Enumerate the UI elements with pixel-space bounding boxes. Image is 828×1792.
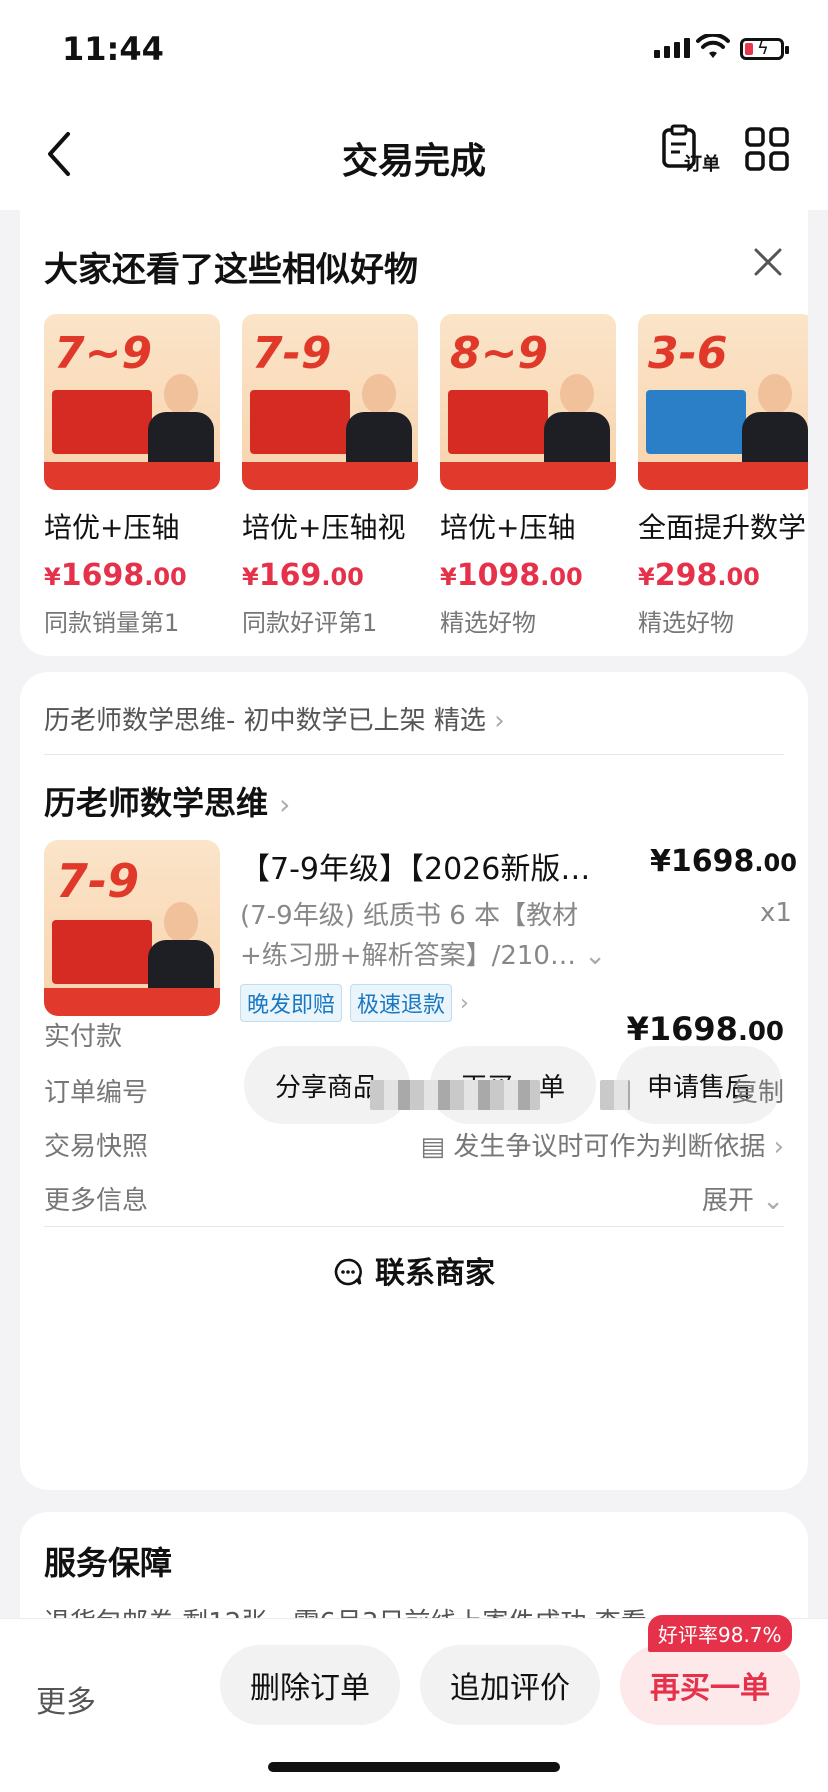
product-spec[interactable]: (7-9年级) 纸质书 6 本【教材 +练习册+解析答案】/210… ⌄: [240, 896, 640, 976]
status-bar: 11:44 ϟ: [0, 0, 828, 100]
recommend-item-name: 全面提升数学: [638, 511, 807, 544]
paid-amount: ¥1698.00: [626, 1010, 784, 1048]
grid-menu-icon[interactable]: [744, 126, 790, 172]
recommend-item-name: 培优+压轴: [44, 511, 180, 544]
nav-bar: 交易完成 订单: [0, 100, 828, 210]
snapshot-value: ▤ 发生争议时可作为判断依据 ›: [420, 1132, 784, 1162]
rebuy-button[interactable]: 再买一单: [620, 1645, 800, 1725]
order-icon-label: 订单: [684, 154, 720, 175]
recommend-item-tag: 同款好评第1: [242, 609, 378, 637]
more-info-row[interactable]: 更多信息 展开 ⌄: [44, 1180, 784, 1220]
chevron-right-icon: ›: [279, 788, 291, 821]
product-image[interactable]: 7-9: [44, 840, 220, 1016]
shop-selection-link[interactable]: 历老师数学思维- 初中数学已上架 精选 ›: [44, 700, 505, 737]
delete-order-button[interactable]: 删除订单: [220, 1645, 400, 1725]
redacted-order-number: [370, 1080, 540, 1110]
thumbnail-grade: 8~9: [450, 328, 549, 379]
wifi-icon: [696, 34, 730, 58]
home-indicator: [268, 1762, 560, 1772]
snapshot-label: 交易快照: [44, 1132, 149, 1162]
recommend-item-price: ¥298.00: [638, 558, 760, 593]
close-icon[interactable]: [750, 244, 786, 280]
thumbnail-grade: 7~9: [54, 328, 153, 379]
copy-button[interactable]: 复制: [732, 1072, 784, 1109]
recommend-item-tag: 精选好物: [638, 609, 734, 637]
thumbnail-grade: 7-9: [56, 854, 140, 908]
chevron-down-icon: ⌄: [584, 941, 607, 971]
recommend-item[interactable]: 3-6 全面提升数学 ¥298.00 精选好物: [638, 314, 808, 638]
recommend-list: 7~9 培优+压轴 ¥1698.00 同款销量第1 7-9 培优+压轴视 ¥16…: [44, 314, 808, 638]
recommend-item-name: 培优+压轴: [440, 511, 576, 544]
contact-seller-label: 联系商家: [375, 1256, 495, 1291]
more-button[interactable]: 更多: [36, 1677, 96, 1721]
expand-toggle[interactable]: 展开 ⌄: [702, 1180, 784, 1217]
order-number-row: 订单编号 复制: [44, 1072, 784, 1112]
order-number-label: 订单编号: [44, 1078, 149, 1108]
product-title[interactable]: 【7-9年级】【2026新版…: [240, 844, 640, 888]
shop-name-link[interactable]: 历老师数学思维 ›: [44, 778, 290, 824]
paid-label: 实付款: [44, 1022, 123, 1052]
document-icon: ▤: [420, 1132, 446, 1162]
product-thumbnail: 3-6: [638, 314, 808, 490]
add-review-button[interactable]: 追加评价: [420, 1645, 600, 1725]
recommend-item-name: 培优+压轴视: [242, 511, 406, 544]
chat-icon: [334, 1258, 362, 1286]
order-list-button[interactable]: 订单: [660, 124, 722, 180]
rating-badge: 好评率98.7%: [648, 1615, 792, 1652]
chevron-right-icon: ›: [460, 990, 469, 1016]
product-spec-line: +练习册+解析答案】/210… ⌄: [240, 941, 607, 971]
signal-icon: [654, 38, 690, 58]
thumbnail-grade: 3-6: [648, 328, 728, 379]
redacted-order-number: [600, 1080, 630, 1110]
paid-row: 实付款 ¥1698.00: [44, 1010, 784, 1056]
product-price: ¥1698.00: [650, 844, 797, 879]
chevron-right-icon: ›: [773, 1132, 784, 1162]
recommend-item-tag: 同款销量第1: [44, 609, 180, 637]
thumbnail-grade: 7-9: [252, 328, 332, 379]
recommend-item-price: ¥1098.00: [440, 558, 583, 593]
snapshot-row[interactable]: 交易快照 ▤ 发生争议时可作为判断依据 ›: [44, 1126, 784, 1166]
recommend-item-tag: 精选好物: [440, 609, 536, 637]
service-title: 服务保障: [44, 1544, 173, 1582]
contact-seller-button[interactable]: 联系商家: [20, 1248, 808, 1292]
recommend-title: 大家还看了这些相似好物: [44, 250, 418, 290]
battery-icon: ϟ: [740, 38, 789, 60]
product-thumbnail: 7~9: [44, 314, 220, 490]
recommend-item[interactable]: 7-9 培优+压轴视 ¥169.00 同款好评第1: [242, 314, 418, 638]
product-thumbnail: 8~9: [440, 314, 616, 490]
recommend-item-price: ¥1698.00: [44, 558, 187, 593]
product-spec-line: (7-9年级) 纸质书 6 本【教材: [240, 901, 579, 931]
chevron-right-icon: ›: [494, 706, 505, 736]
more-info-label: 更多信息: [44, 1186, 149, 1216]
product-thumbnail: 7-9: [242, 314, 418, 490]
recommend-card: 大家还看了这些相似好物 7~9 培优+压轴 ¥1698.00 同款销量第1 7-…: [20, 210, 808, 656]
order-card: 历老师数学思维- 初中数学已上架 精选 › 历老师数学思维 › 7-9 【7-9…: [20, 672, 808, 1490]
recommend-item-price: ¥169.00: [242, 558, 364, 593]
product-quantity: x1: [760, 898, 792, 928]
chevron-down-icon: ⌄: [762, 1186, 784, 1216]
status-time: 11:44: [62, 30, 164, 68]
recommend-item[interactable]: 7~9 培优+压轴 ¥1698.00 同款销量第1: [44, 314, 220, 638]
recommend-item[interactable]: 8~9 培优+压轴 ¥1098.00 精选好物: [440, 314, 616, 638]
